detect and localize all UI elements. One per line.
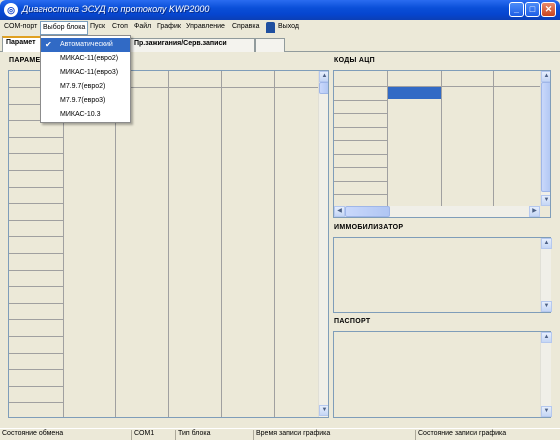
menu-help[interactable]: Справка: [232, 23, 259, 30]
minimize-button[interactable]: _: [509, 2, 524, 17]
menu-com-port[interactable]: COM-порт: [4, 23, 37, 30]
dropdown-item-mikas11-euro2[interactable]: МИКАС-11(евро2): [41, 52, 130, 66]
params-vertical-scrollbar[interactable]: ▲ ▼: [318, 71, 328, 417]
dropdown-item-auto[interactable]: ✔ Автоматический: [41, 38, 130, 52]
scroll-down-icon[interactable]: ▼: [541, 301, 552, 312]
scroll-down-icon[interactable]: ▼: [319, 405, 328, 416]
menu-file[interactable]: Файл: [134, 23, 151, 30]
unit-select-dropdown: ✔ Автоматический МИКАС-11(евро2) МИКАС-1…: [40, 35, 131, 123]
immo-panel-label: ИММОБИЛИЗАТОР: [334, 224, 404, 231]
checkmark-icon: ✔: [45, 40, 52, 49]
dropdown-item-mikas11-euro3[interactable]: МИКАС-11(евро3): [41, 66, 130, 80]
menu-bar: COM-порт Выбор блока Пуск Стоп Файл Граф…: [0, 20, 560, 36]
menu-stop[interactable]: Стоп: [112, 23, 128, 30]
scroll-thumb[interactable]: [541, 82, 550, 192]
passport-panel-label: ПАСПОРТ: [334, 318, 371, 325]
passport-vertical-scrollbar[interactable]: ▲ ▼: [540, 332, 552, 417]
menu-exit[interactable]: Выход: [278, 23, 299, 30]
dropdown-item-m797-euro2[interactable]: M7.9.7(евро2): [41, 80, 130, 94]
adc-selected-cell[interactable]: [388, 87, 441, 99]
adc-table[interactable]: ▲ ▼ ◀ ▶: [333, 70, 551, 218]
scroll-up-icon[interactable]: ▲: [541, 71, 550, 82]
scroll-up-icon[interactable]: ▲: [541, 238, 552, 249]
tab-blank[interactable]: [255, 38, 285, 52]
close-button[interactable]: ✕: [541, 2, 556, 17]
adc-vertical-scrollbar[interactable]: ▲ ▼: [540, 71, 550, 206]
adc-horizontal-scrollbar[interactable]: ◀ ▶: [334, 206, 540, 217]
status-chart-time: Время записи графика: [254, 430, 416, 440]
params-panel-label: ПАРАМЕ: [9, 57, 41, 64]
scroll-up-icon[interactable]: ▲: [541, 332, 552, 343]
dropdown-item-m797-euro3[interactable]: M7.9.7(евро3): [41, 94, 130, 108]
scroll-down-icon[interactable]: ▼: [541, 195, 550, 206]
status-unit-type: Тип блока: [176, 430, 254, 440]
dropdown-item-label: Автоматический: [60, 41, 113, 48]
menu-control[interactable]: Управление: [186, 23, 225, 30]
scroll-right-icon[interactable]: ▶: [529, 206, 540, 217]
scroll-thumb[interactable]: [345, 206, 390, 217]
params-grid-lines: [9, 71, 318, 417]
status-port: COM1: [132, 430, 176, 440]
app-logo-icon[interactable]: ◎: [4, 3, 18, 17]
scroll-thumb[interactable]: [319, 82, 328, 94]
scroll-up-icon[interactable]: ▲: [319, 71, 328, 82]
menu-start[interactable]: Пуск: [90, 23, 105, 30]
passport-box[interactable]: ▲ ▼: [333, 331, 552, 418]
window-title: Диагностика ЭСУД по протоколу KWP2000: [22, 4, 210, 14]
menu-chart[interactable]: График: [157, 23, 181, 30]
adc-grid-lines: [334, 71, 540, 206]
dropdown-item-mikas103[interactable]: МИКАС-10.3: [41, 108, 130, 122]
status-chart-state: Состояние записи графика: [418, 430, 507, 437]
title-bar: ◎ Диагностика ЭСУД по протоколу KWP2000 …: [0, 0, 560, 20]
tab-ignition-service[interactable]: Пр.зажигания/Серв.записи: [130, 38, 255, 52]
immo-box[interactable]: ▲ ▼: [333, 237, 552, 313]
scroll-left-icon[interactable]: ◀: [334, 206, 345, 217]
menu-select-unit[interactable]: Выбор блока: [40, 21, 89, 35]
status-exchange: Состояние обмена: [0, 430, 132, 440]
adc-panel-label: КОДЫ АЦП: [334, 57, 376, 64]
exit-door-icon[interactable]: [266, 22, 275, 33]
immo-vertical-scrollbar[interactable]: ▲ ▼: [540, 238, 552, 312]
maximize-button[interactable]: □: [525, 2, 540, 17]
status-bar: Состояние обмена COM1 Тип блока Время за…: [0, 428, 560, 440]
scroll-down-icon[interactable]: ▼: [541, 406, 552, 417]
